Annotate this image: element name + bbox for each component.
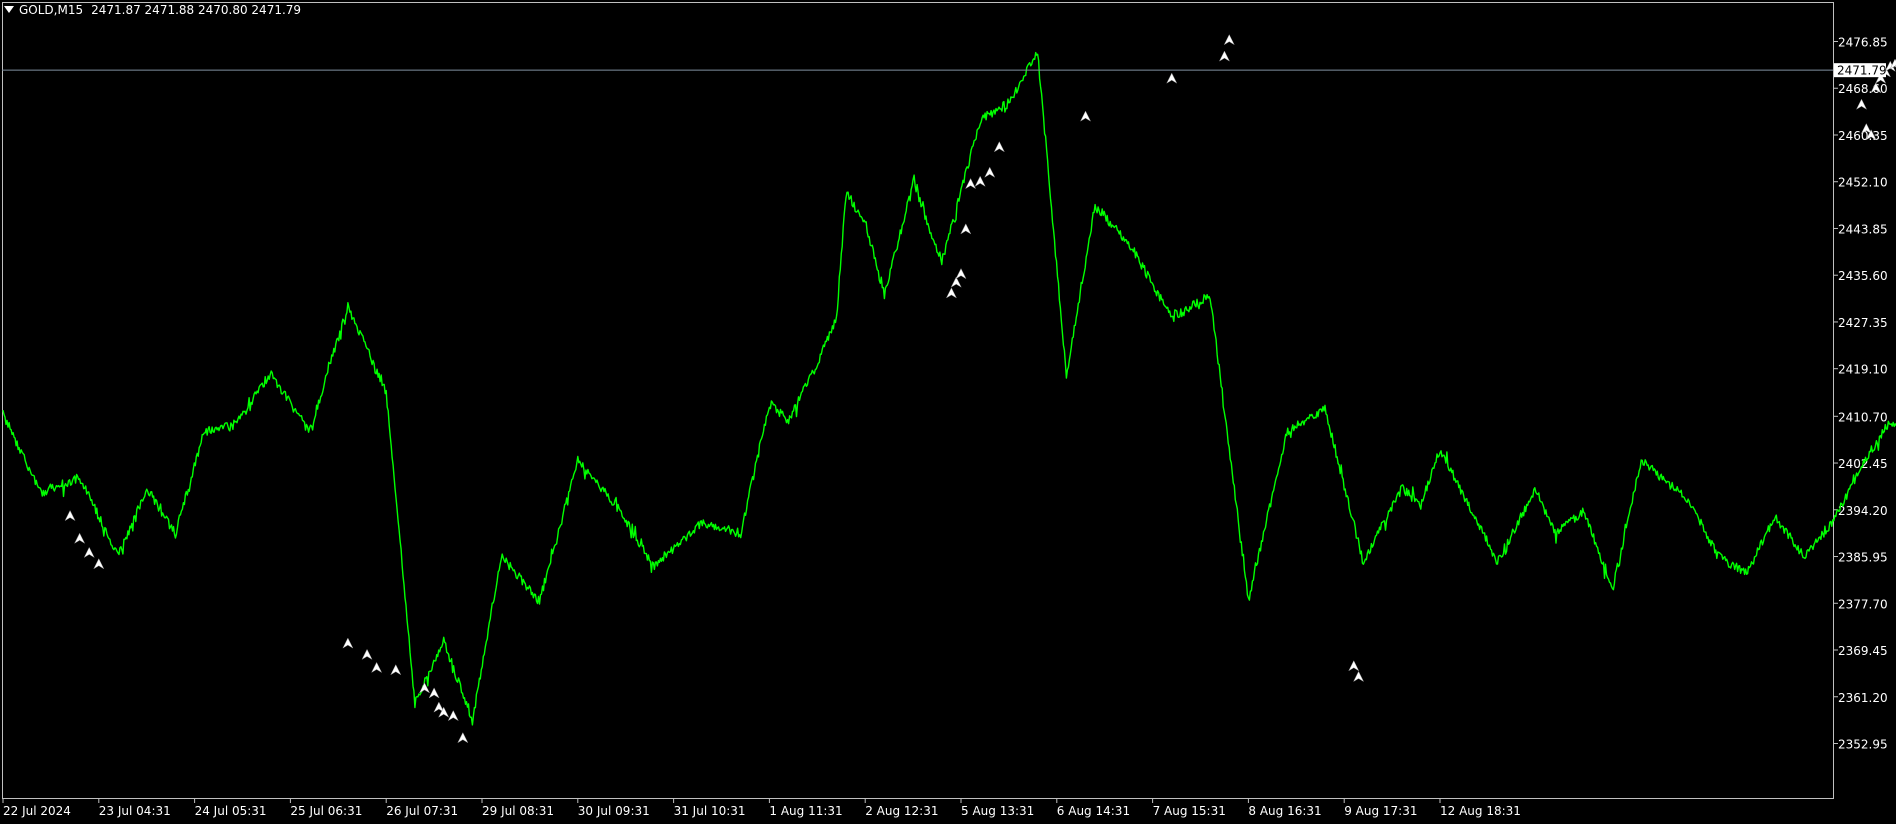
ohlc-readout: 2471.87 2471.88 2470.80 2471.79 — [91, 3, 302, 17]
plot-frame — [2, 2, 1834, 799]
price-chart[interactable]: 2476.852468.602460.352452.102443.852435.… — [0, 0, 1896, 820]
y-tick-label: 2377.70 — [1838, 597, 1888, 611]
arrow-marker — [955, 268, 967, 280]
arrow-marker — [960, 223, 972, 235]
x-tick-label: 23 Jul 04:31 — [99, 804, 171, 818]
x-tick-label: 7 Aug 15:31 — [1153, 804, 1226, 818]
x-tick-label: 2 Aug 12:31 — [865, 804, 938, 818]
x-tick-label: 30 Jul 09:31 — [578, 804, 650, 818]
arrow-marker — [390, 664, 402, 676]
y-tick-label: 2468.60 — [1838, 82, 1888, 96]
x-tick-label: 31 Jul 10:31 — [674, 804, 746, 818]
arrow-marker — [974, 175, 986, 187]
y-tick-label: 2394.20 — [1838, 504, 1888, 518]
arrow-marker — [1352, 670, 1365, 683]
arrow-marker — [457, 732, 469, 744]
x-tick-label: 9 Aug 17:31 — [1344, 804, 1417, 818]
symbol-label: GOLD,M15 — [19, 3, 84, 17]
chart-title-bar: GOLD,M15 2471.87 2471.88 2470.80 2471.79 — [4, 3, 301, 21]
y-tick-label: 2476.85 — [1838, 36, 1888, 50]
arrow-marker — [361, 648, 373, 661]
x-tick-label: 12 Aug 18:31 — [1440, 804, 1521, 818]
y-tick-label: 2361.20 — [1838, 691, 1888, 705]
x-tick-label: 25 Jul 06:31 — [290, 804, 362, 818]
x-tick-label: 1 Aug 11:31 — [769, 804, 842, 818]
x-tick-label: 29 Jul 08:31 — [482, 804, 554, 818]
y-tick-label: 2452.10 — [1838, 176, 1888, 190]
arrow-marker — [1348, 660, 1360, 672]
x-tick-label: 6 Aug 14:31 — [1057, 804, 1130, 818]
x-tick-label: 22 Jul 2024 — [3, 804, 71, 818]
x-tick-label: 8 Aug 16:31 — [1248, 804, 1321, 818]
price-line-segment-1 — [1468, 420, 1896, 591]
y-tick-label: 2419.10 — [1838, 363, 1888, 377]
arrow-marker — [64, 510, 76, 522]
y-tick-label: 2435.60 — [1838, 269, 1888, 283]
current-price-label: 2471.79 — [1837, 64, 1887, 78]
y-tick-label: 2443.85 — [1838, 222, 1888, 236]
arrow-marker — [945, 287, 958, 299]
y-tick-label: 2427.35 — [1838, 316, 1888, 330]
arrow-marker — [428, 687, 440, 699]
arrow-marker — [74, 532, 86, 544]
arrow-marker — [984, 166, 996, 178]
arrow-marker — [964, 178, 977, 190]
arrow-marker — [342, 637, 354, 649]
chart-window[interactable]: GOLD,M15 2471.87 2471.88 2470.80 2471.79 … — [0, 0, 1896, 820]
arrow-marker — [371, 661, 383, 674]
y-tick-label: 2385.95 — [1838, 551, 1888, 565]
chevron-down-icon[interactable] — [4, 6, 14, 13]
arrow-marker — [1223, 34, 1235, 46]
arrow-marker — [447, 710, 459, 722]
y-tick-label: 2369.45 — [1838, 644, 1888, 658]
y-tick-label: 2352.95 — [1838, 738, 1888, 752]
trade-markers — [64, 34, 1896, 744]
price-series — [2, 51, 1896, 726]
y-tick-label: 2410.70 — [1838, 410, 1888, 424]
x-tick-label: 24 Jul 05:31 — [195, 804, 267, 818]
arrow-marker — [993, 141, 1005, 153]
arrow-marker — [1079, 110, 1092, 122]
x-tick-label: 26 Jul 07:31 — [386, 804, 458, 818]
arrow-marker — [1855, 98, 1868, 110]
arrow-marker — [1166, 72, 1178, 84]
arrow-marker — [93, 558, 105, 570]
arrow-marker — [83, 546, 95, 559]
price-line-segment-0 — [2, 51, 1469, 726]
x-tick-label: 5 Aug 13:31 — [961, 804, 1034, 818]
arrow-marker — [1218, 50, 1231, 62]
